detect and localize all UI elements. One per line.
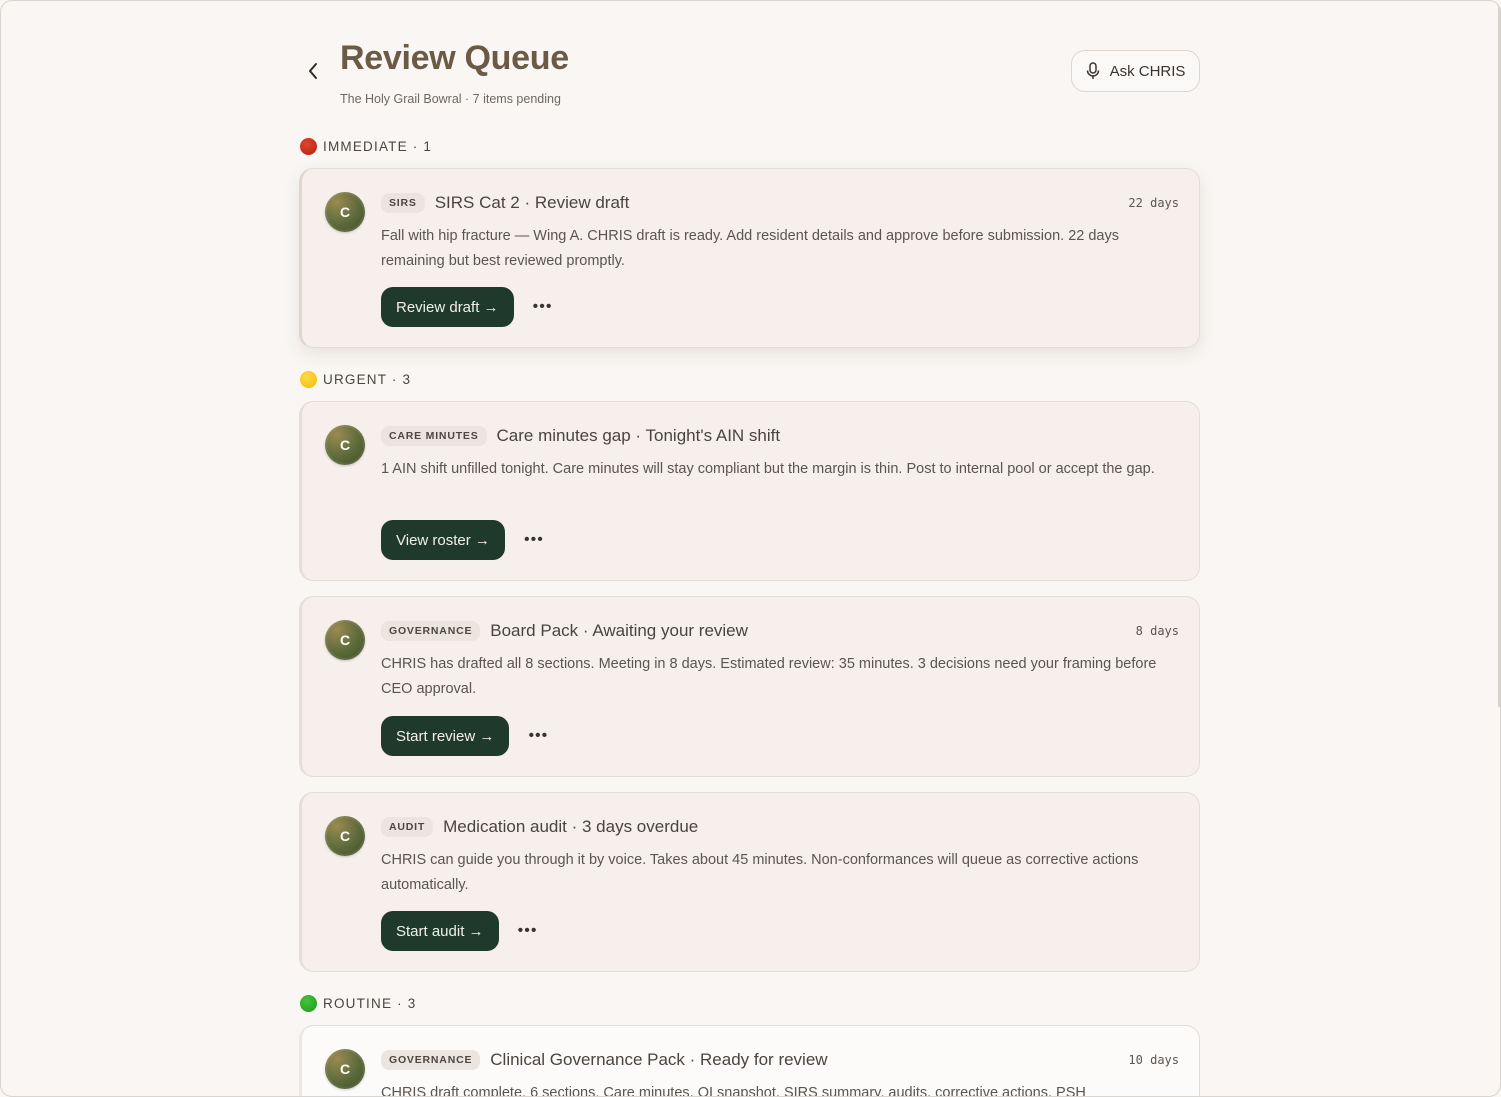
- card-title: SIRS Cat 2 · Review draft: [434, 193, 630, 212]
- category-tag: SIRS: [381, 193, 425, 213]
- chevron-left-icon: [309, 63, 317, 79]
- page-title: Review Queue: [340, 39, 569, 77]
- queue-card-clinical-governance[interactable]: C GOVERNANCE Clinical Governance Pack · …: [299, 1025, 1200, 1097]
- start-review-button[interactable]: Start review →: [381, 716, 510, 756]
- page-header: Review Queue The Holy Grail Bowral · 7 i…: [299, 1, 1201, 126]
- review-queue-page: Review Queue The Holy Grail Bowral · 7 i…: [299, 1, 1201, 1096]
- section-routine-label: ROUTINE · 3: [300, 993, 416, 1013]
- more-options-icon[interactable]: •••: [524, 531, 543, 549]
- card-description: CHRIS draft complete. 6 sections. Care m…: [381, 1085, 1086, 1097]
- avatar: C: [325, 620, 365, 660]
- ask-chris-button[interactable]: Ask CHRIS: [1071, 50, 1200, 92]
- category-tag: CARE MINUTES: [381, 426, 487, 446]
- card-title: Care minutes gap · Tonight's AIN shift: [496, 426, 781, 445]
- section-urgent-label: URGENT · 3: [300, 369, 411, 389]
- card-actions: View roster → •••: [381, 520, 543, 560]
- card-header: GOVERNANCE Clinical Governance Pack · Re…: [381, 1048, 1179, 1072]
- card-actions: Start review → •••: [381, 716, 547, 756]
- view-roster-button[interactable]: View roster →: [381, 520, 505, 560]
- avatar: C: [325, 1049, 365, 1089]
- card-actions: Start audit → •••: [381, 911, 537, 951]
- card-description: 1 AIN shift unfilled tonight. Care minut…: [381, 461, 1155, 477]
- card-title: Board Pack · Awaiting your review: [490, 621, 748, 640]
- card-header: GOVERNANCE Board Pack · Awaiting your re…: [381, 619, 1179, 643]
- card-description: CHRIS has drafted all 8 sections. Meetin…: [381, 656, 1157, 697]
- avatar: C: [325, 425, 365, 465]
- section-immediate-label: IMMEDIATE · 1: [300, 136, 432, 156]
- queue-card-medication-audit[interactable]: C AUDIT Medication audit · 3 days overdu…: [299, 792, 1200, 972]
- card-title: Clinical Governance Pack · Ready for rev…: [490, 1050, 828, 1069]
- queue-card-board-pack[interactable]: C GOVERNANCE Board Pack · Awaiting your …: [299, 596, 1200, 777]
- card-actions: Review draft → •••: [381, 287, 552, 327]
- card-description: CHRIS can guide you through it by voice.…: [381, 852, 1139, 893]
- back-button[interactable]: [301, 57, 325, 85]
- more-options-icon[interactable]: •••: [528, 727, 547, 745]
- days-remaining: 22 days: [1128, 196, 1179, 210]
- category-tag: GOVERNANCE: [381, 621, 481, 641]
- card-description: Fall with hip fracture — Wing A. CHRIS d…: [381, 228, 1119, 269]
- ask-chris-label: Ask CHRIS: [1109, 62, 1186, 80]
- card-header: CARE MINUTES Care minutes gap · Tonight'…: [381, 424, 1179, 448]
- scrollbar[interactable]: [1498, 1, 1500, 707]
- review-draft-button[interactable]: Review draft →: [381, 287, 514, 327]
- card-header: SIRS SIRS Cat 2 · Review draft 22 days: [381, 191, 1179, 215]
- more-options-icon[interactable]: •••: [518, 922, 537, 940]
- section-urgent-text: URGENT · 3: [323, 371, 412, 387]
- section-routine-text: ROUTINE · 3: [323, 995, 417, 1011]
- category-tag: AUDIT: [381, 817, 434, 837]
- avatar: C: [325, 192, 365, 232]
- avatar: C: [325, 816, 365, 856]
- microphone-icon: [1086, 62, 1102, 80]
- page-subtitle: The Holy Grail Bowral · 7 items pending: [340, 92, 561, 106]
- start-audit-button[interactable]: Start audit →: [381, 911, 499, 951]
- status-dot-green-icon: [300, 994, 317, 1012]
- days-remaining: 8 days: [1135, 624, 1179, 638]
- queue-card-care-minutes[interactable]: C CARE MINUTES Care minutes gap · Tonigh…: [299, 401, 1200, 581]
- more-options-icon[interactable]: •••: [533, 298, 552, 316]
- app-window: Review Queue The Holy Grail Bowral · 7 i…: [0, 0, 1501, 1097]
- card-header: AUDIT Medication audit · 3 days overdue: [381, 815, 1179, 839]
- section-immediate-text: IMMEDIATE · 1: [323, 138, 433, 154]
- category-tag: GOVERNANCE: [381, 1050, 481, 1070]
- days-remaining: 10 days: [1128, 1053, 1179, 1067]
- status-dot-red-icon: [300, 137, 317, 155]
- card-title: Medication audit · 3 days overdue: [443, 817, 699, 836]
- queue-card-sirs[interactable]: C SIRS SIRS Cat 2 · Review draft 22 days…: [299, 168, 1200, 348]
- status-dot-yellow-icon: [300, 370, 317, 388]
